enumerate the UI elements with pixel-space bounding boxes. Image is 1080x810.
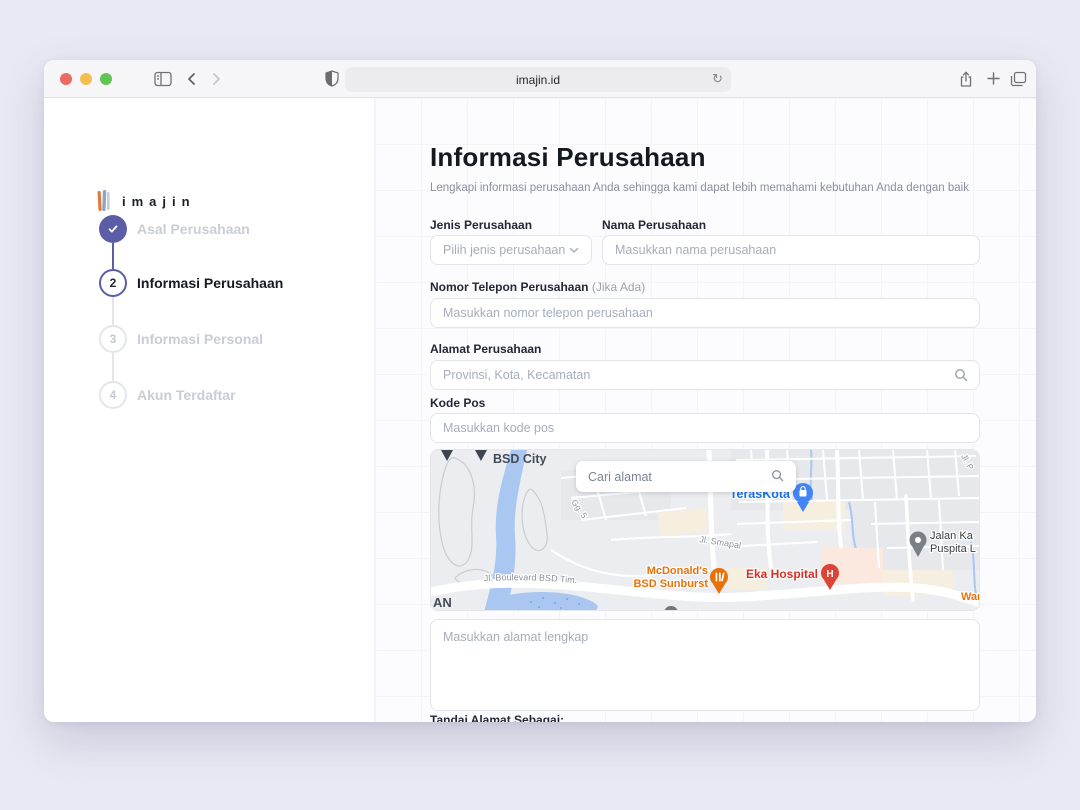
- jenis-select-value: Pilih jenis perusahaan: [443, 243, 565, 257]
- alamat-lengkap-textarea[interactable]: [430, 619, 980, 711]
- map-label-mcdonalds-2: BSD Sunburst: [633, 578, 708, 590]
- map-label-war: War: [961, 591, 980, 603]
- kode-pos-input[interactable]: [430, 413, 980, 443]
- new-tab-icon[interactable]: [986, 71, 1001, 91]
- map-label-mcdonalds-1: McDonald's: [647, 565, 708, 577]
- share-icon[interactable]: [958, 71, 974, 93]
- logo-icon: [96, 188, 113, 214]
- step-2-number: 2: [110, 276, 117, 290]
- step-connector: [112, 353, 114, 381]
- step-4-indicator[interactable]: 4: [99, 381, 127, 409]
- check-icon: [106, 222, 120, 236]
- telepon-input[interactable]: [430, 298, 980, 328]
- logo: imajin: [96, 188, 196, 214]
- close-window-button[interactable]: [60, 73, 72, 85]
- map-label-an: AN: [433, 595, 452, 610]
- telepon-label-hint: (Jika Ada): [592, 280, 645, 294]
- step-2-label[interactable]: Informasi Perusahaan: [137, 269, 283, 297]
- telepon-label: Nomor Telepon Perusahaan (Jika Ada): [430, 280, 645, 294]
- browser-toolbar: imajin.id ↻: [44, 60, 1036, 98]
- page-title: Informasi Perusahaan: [430, 142, 706, 173]
- tab-overview-icon[interactable]: [1010, 71, 1027, 92]
- step-4-label[interactable]: Akun Terdaftar: [137, 381, 236, 409]
- step-4-number: 4: [110, 388, 117, 402]
- sidebar-toggle-icon[interactable]: [154, 71, 172, 92]
- back-icon[interactable]: [184, 71, 200, 92]
- step-1-label[interactable]: Asal Perusahaan: [137, 215, 250, 243]
- map-label-jalan-ka: Jalan Ka: [930, 530, 974, 542]
- privacy-shield-icon[interactable]: [325, 70, 339, 92]
- step-connector: [112, 243, 114, 269]
- step-2-indicator[interactable]: 2: [99, 269, 127, 297]
- map-label-bsd-city: BSD City: [493, 452, 547, 466]
- map-search-icon[interactable]: [771, 469, 784, 485]
- map-marker-h-glyph: H: [826, 569, 833, 580]
- reload-icon[interactable]: ↻: [712, 71, 723, 87]
- step-3-indicator[interactable]: 3: [99, 325, 127, 353]
- zoom-window-button[interactable]: [100, 73, 112, 85]
- alamat-label: Alamat Perusahaan: [430, 342, 541, 356]
- telepon-label-text: Nomor Telepon Perusahaan: [430, 280, 588, 294]
- minimize-window-button[interactable]: [80, 73, 92, 85]
- map[interactable]: Jl. Boulevard BSD Tim. Gg. 5 Jl. Smapal …: [430, 449, 980, 611]
- map-search-box[interactable]: Cari alamat: [576, 461, 796, 492]
- browser-window: imajin.id ↻ imajin: [44, 60, 1036, 722]
- page-subtitle: Lengkapi informasi perusahaan Anda sehin…: [430, 182, 990, 194]
- tandai-alamat-label: Tandai Alamat Sebagai:: [430, 713, 564, 722]
- step-connector: [112, 297, 114, 325]
- chevron-down-icon: [569, 243, 579, 257]
- map-label-eka: Eka Hospital: [746, 567, 818, 581]
- jenis-perusahaan-select[interactable]: Pilih jenis perusahaan: [430, 235, 592, 265]
- step-1-indicator[interactable]: [99, 215, 127, 243]
- jenis-perusahaan-label: Jenis Perusahaan: [430, 218, 532, 232]
- nama-perusahaan-input[interactable]: [602, 235, 980, 265]
- url-bar[interactable]: imajin.id ↻: [345, 67, 731, 92]
- alamat-input[interactable]: [430, 360, 980, 390]
- forward-icon[interactable]: [208, 71, 224, 92]
- search-icon: [954, 368, 968, 387]
- nama-perusahaan-label: Nama Perusahaan: [602, 218, 706, 232]
- stepper-sidebar: imajin: [44, 98, 375, 722]
- map-search-placeholder: Cari alamat: [588, 470, 652, 484]
- kode-pos-label: Kode Pos: [430, 396, 485, 410]
- url-text: imajin.id: [516, 73, 560, 87]
- map-label-puspita: Puspita L: [930, 543, 976, 555]
- step-3-number: 3: [110, 332, 117, 346]
- step-3-label[interactable]: Informasi Personal: [137, 325, 263, 353]
- logo-text: imajin: [122, 194, 196, 209]
